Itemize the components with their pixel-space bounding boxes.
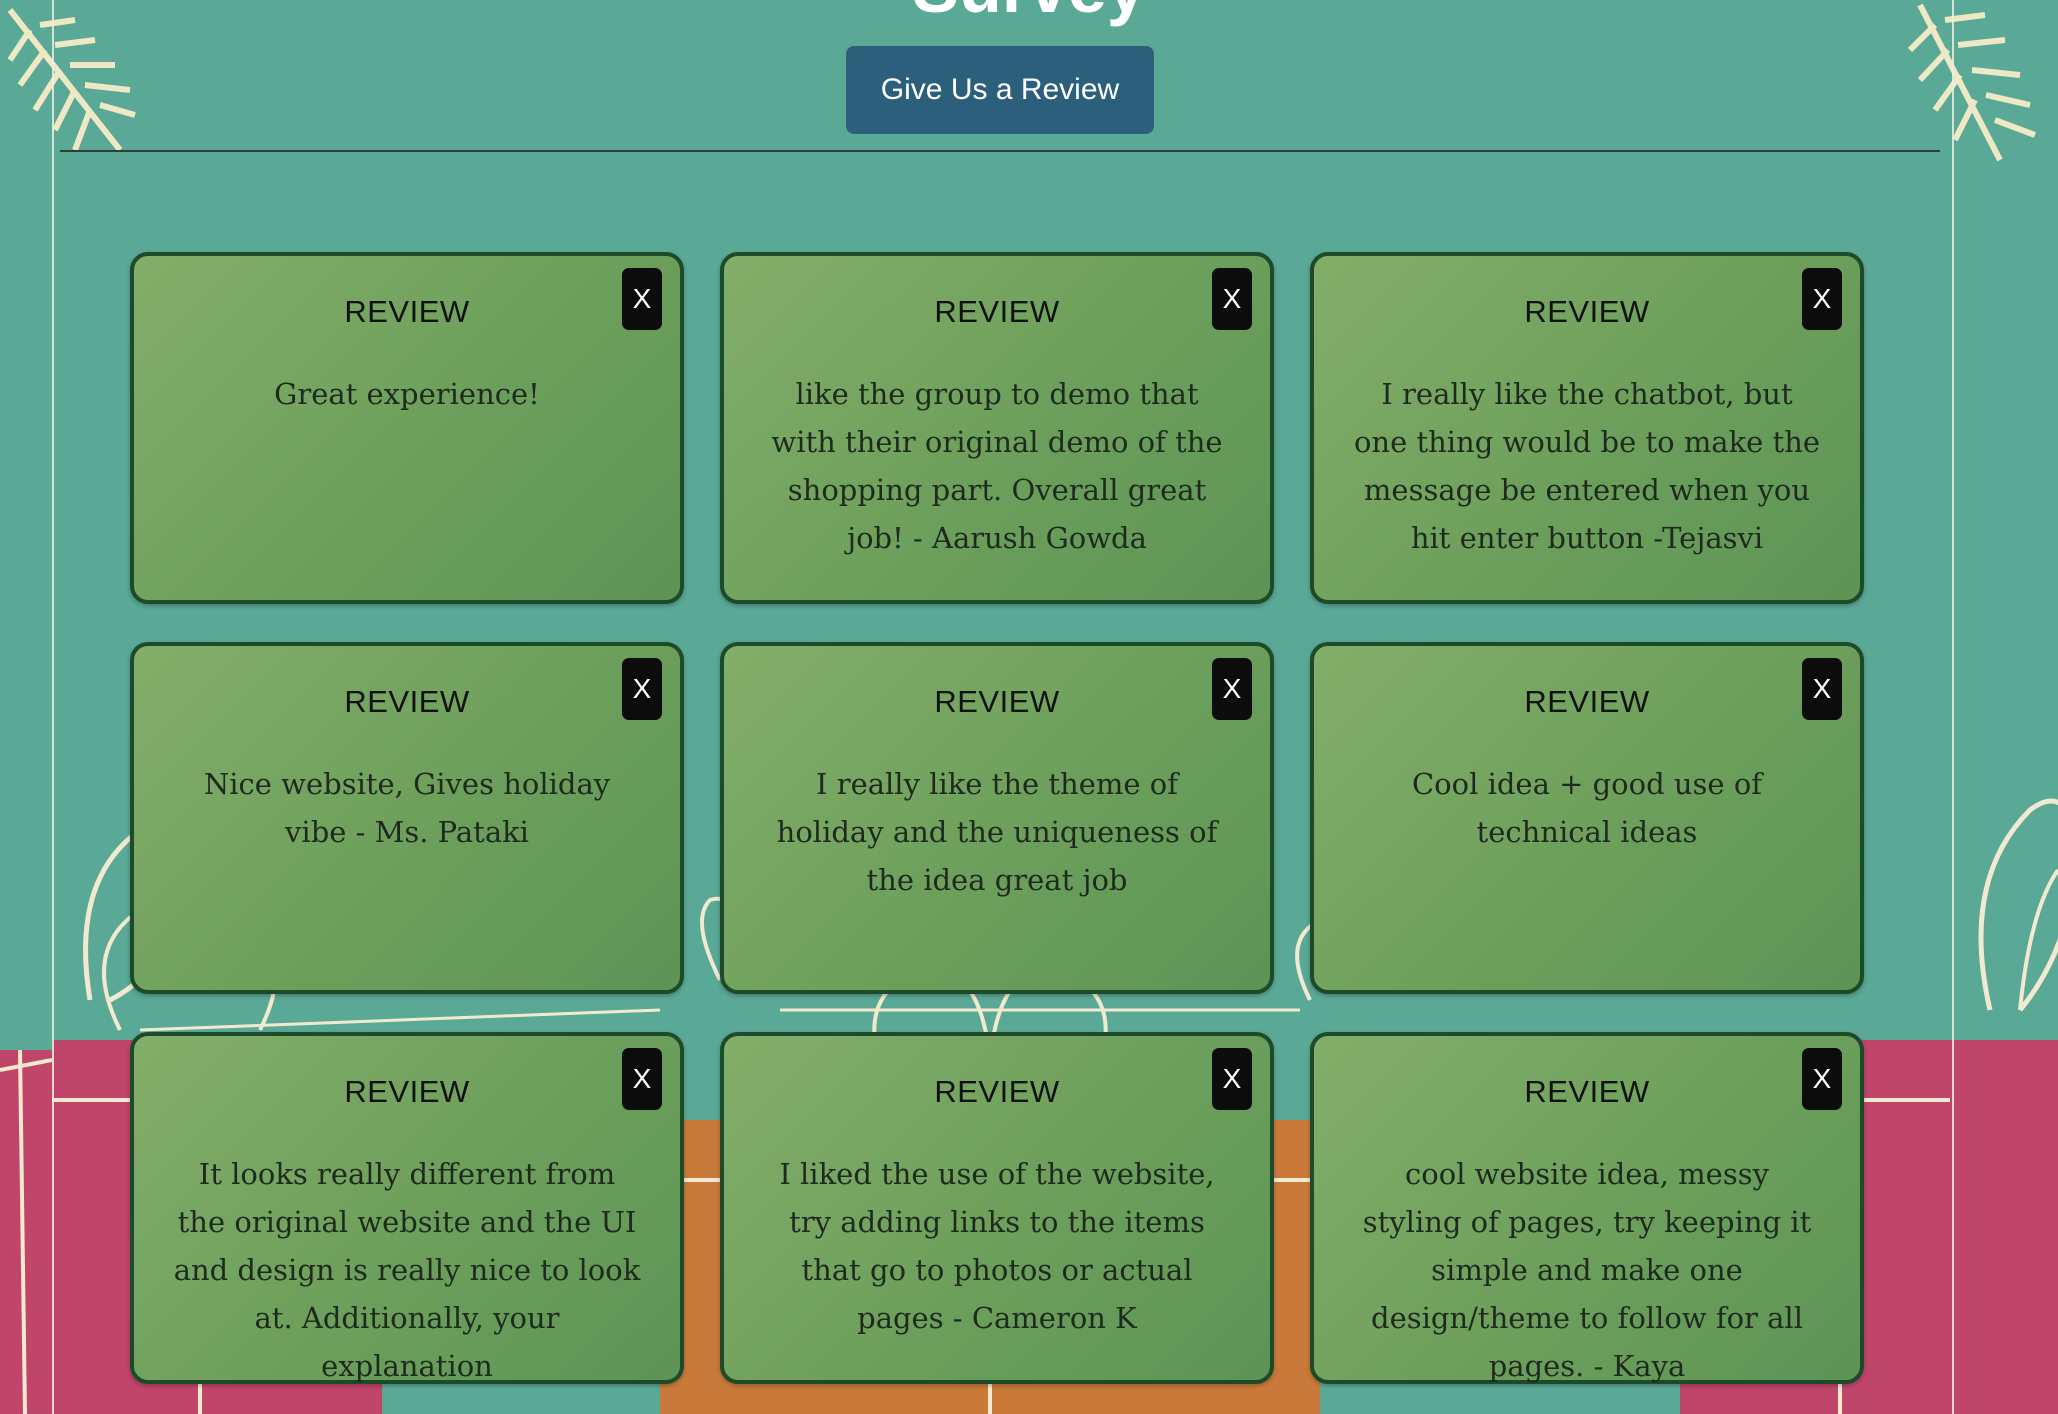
review-card: REVIEW X cool website idea, messy stylin… [1310,1032,1864,1384]
review-text: It looks really different from the origi… [173,1157,641,1383]
delete-review-button[interactable]: X [622,1048,662,1110]
delete-review-button[interactable]: X [1212,268,1252,330]
delete-review-button[interactable]: X [1802,268,1842,330]
review-heading: REVIEW [344,294,470,329]
review-card: REVIEW X I really like the chatbot, but … [1310,252,1864,604]
delete-review-button[interactable]: X [1802,1048,1842,1110]
review-heading: REVIEW [344,1074,470,1109]
delete-review-button[interactable]: X [1212,658,1252,720]
review-card: REVIEW X It looks really different from … [130,1032,684,1384]
review-card: REVIEW X Great experience! [130,252,684,604]
review-card: REVIEW X Nice website, Gives holiday vib… [130,642,684,994]
review-text: like the group to demo that with their o… [771,377,1223,555]
page-title: Survey [0,0,2058,28]
delete-review-button[interactable]: X [1212,1048,1252,1110]
header-divider [60,150,1940,152]
review-heading: REVIEW [1524,294,1650,329]
review-heading: REVIEW [1524,684,1650,719]
gift-box-outer-left [0,1049,53,1414]
review-text: I liked the use of the website, try addi… [779,1157,1215,1335]
review-text: cool website idea, messy styling of page… [1362,1157,1812,1383]
review-card: REVIEW X like the group to demo that wit… [720,252,1274,604]
delete-review-button[interactable]: X [622,658,662,720]
delete-review-button[interactable]: X [1802,658,1842,720]
give-review-button[interactable]: Give Us a Review [846,46,1154,134]
review-card: REVIEW X Cool idea + good use of technic… [1310,642,1864,994]
review-card: REVIEW X I really like the theme of holi… [720,642,1274,994]
review-heading: REVIEW [934,294,1060,329]
review-text: Cool idea + good use of technical ideas [1411,767,1763,849]
review-text: I really like the theme of holiday and t… [776,767,1218,897]
delete-review-button[interactable]: X [622,268,662,330]
review-text: I really like the chatbot, but one thing… [1353,377,1821,555]
review-heading: REVIEW [344,684,470,719]
review-text: Nice website, Gives holiday vibe - Ms. P… [203,767,611,849]
review-heading: REVIEW [934,1074,1060,1109]
review-text: Great experience! [274,377,540,411]
review-heading: REVIEW [934,684,1060,719]
review-card: REVIEW X I liked the use of the website,… [720,1032,1274,1384]
review-heading: REVIEW [1524,1074,1650,1109]
